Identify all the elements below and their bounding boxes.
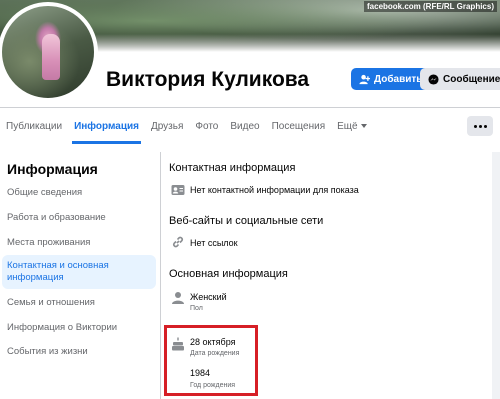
about-card: Информация Общие сведения Работа и образ… — [0, 152, 492, 399]
link-icon — [171, 235, 185, 249]
websites-section-title: Веб-сайты и социальные сети — [169, 215, 324, 227]
tab-friends[interactable]: Друзья — [145, 108, 189, 144]
sidebar-item-places[interactable]: Места проживания — [7, 237, 90, 248]
dot-icon — [478, 124, 482, 128]
websites-value: Нет ссылок — [190, 238, 238, 248]
profile-name: Виктория Куликова — [106, 68, 310, 91]
add-friend-button[interactable]: Добавить — [351, 68, 431, 90]
dot-icon — [483, 124, 487, 128]
profile-tabs: Публикации Информация Друзья Фото Видео … — [0, 108, 373, 144]
tab-photos[interactable]: Фото — [189, 108, 224, 144]
add-friend-icon — [359, 74, 370, 85]
avatar-figure — [42, 34, 60, 80]
message-label: Сообщение — [443, 73, 500, 85]
watermark: facebook.com (RFE/RL Graphics) — [364, 1, 497, 12]
contact-section-title: Контактная информация — [169, 162, 296, 174]
sidebar-item-details[interactable]: Информация о Виктории — [7, 322, 117, 333]
gender-label: Пол — [190, 305, 203, 312]
contact-value: Нет контактной информации для показа — [190, 185, 359, 195]
basic-section-title: Основная информация — [169, 268, 288, 280]
tab-checkins[interactable]: Посещения — [266, 108, 332, 144]
tab-videos[interactable]: Видео — [224, 108, 265, 144]
tab-posts[interactable]: Публикации — [0, 108, 68, 144]
red-highlight-box — [164, 325, 258, 396]
gender-value: Женский — [190, 292, 227, 302]
tab-more[interactable]: Ещё — [331, 108, 372, 144]
sidebar-item-work-education[interactable]: Работа и образование — [7, 212, 106, 223]
add-friend-label: Добавить — [374, 73, 423, 85]
tab-more-label: Ещё — [337, 120, 358, 132]
dot-icon — [473, 124, 477, 128]
card-divider — [160, 152, 161, 399]
message-button[interactable]: Сообщение — [420, 68, 500, 90]
avatar[interactable] — [0, 2, 98, 102]
sidebar-item-life-events[interactable]: События из жизни — [7, 346, 88, 357]
more-options-button[interactable] — [467, 116, 493, 136]
id-card-icon — [171, 183, 185, 197]
sidebar-item-overview[interactable]: Общие сведения — [7, 187, 82, 198]
chevron-down-icon — [360, 124, 367, 128]
sidebar-item-family[interactable]: Семья и отношения — [7, 297, 95, 308]
messenger-icon — [428, 73, 439, 85]
sidebar-item-contact-basic[interactable]: Контактная и основная информация — [2, 255, 156, 289]
sidebar-title: Информация — [7, 161, 98, 177]
person-icon — [171, 291, 185, 305]
tab-about[interactable]: Информация — [68, 108, 145, 144]
